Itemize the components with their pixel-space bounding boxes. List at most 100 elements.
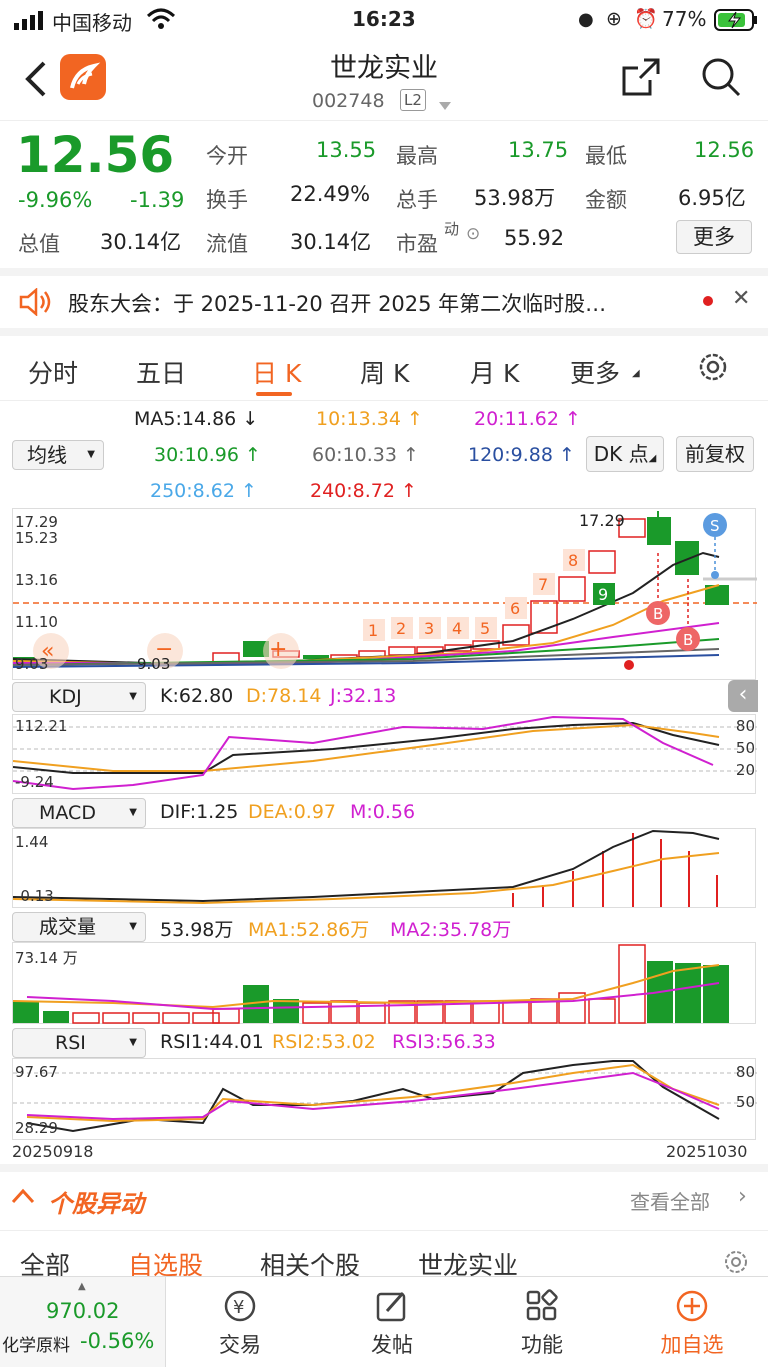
signal-8: 8 [568,551,578,570]
adjust-button[interactable]: 前复权 [676,436,754,472]
kdj-y-bottom: -9.24 [15,773,54,791]
rsi-2: RSI2:53.02 [272,1031,376,1053]
macd-dea: DEA:0.97 [248,801,337,823]
kdj-select[interactable]: KDJ ▼ [12,682,146,712]
rsi-select[interactable]: RSI ▼ [12,1028,146,1058]
signal-4: 4 [452,619,462,638]
speaker-icon [18,287,52,320]
kdj-chart: 112.21 -9.24 80 50 20 [12,714,757,794]
trade-icon: ¥ [224,1290,256,1322]
index-name: 化学原料 [2,1336,70,1356]
more-triangle-icon: ◢ [632,368,640,379]
macd-select[interactable]: MACD ▼ [12,798,146,828]
macd-y-bottom: -0.13 [15,887,54,905]
rsi-y-bottom: 28.29 [15,1119,58,1137]
signal-5: 5 [480,619,490,638]
signal-9: 9 [598,585,608,604]
notice-bar[interactable]: 股东大会：于 2025-11-20 召开 2025 年第二次临时股… ✕ [0,276,768,328]
nav-trade[interactable]: ¥ 交易 [180,1277,300,1367]
settings-icon[interactable] [696,350,730,390]
ma240-value: 240:8.72 ↑ [310,480,417,502]
section-title: 个股异动 [48,1190,144,1218]
info-icon[interactable]: ⊙ [466,224,480,244]
battery-percent: 77% [662,7,707,31]
rsi-3: RSI3:56.33 [392,1031,496,1053]
macd-chart: 1.44 -0.13 [12,828,756,908]
chevron-down-icon[interactable] [438,96,452,115]
signal-1: 1 [368,621,378,640]
dk-point-button[interactable]: DK 点◢ [586,436,664,472]
tab-weekly-k[interactable]: 周 K [360,354,409,390]
close-icon[interactable]: ✕ [732,286,750,311]
signal-6: 6 [510,599,520,618]
stock-code: 002748 [312,90,385,112]
volume-y-top: 73.14 万 [15,949,78,967]
date-start: 20250918 [12,1142,94,1161]
mcap-value: 30.14亿 [100,230,182,254]
svg-text:S: S [710,517,720,535]
volume-value-label: 53.98万 [160,919,234,941]
amount-value: 6.95亿 [678,186,746,210]
collapse-icon[interactable]: ‹ [728,680,758,712]
mcap-label: 总值 [18,232,60,256]
scroll-left-icon[interactable]: « [41,639,54,664]
volume-ma2: MA2:35.78万 [390,919,512,941]
share-icon[interactable] [620,56,662,102]
up-triangle-icon: ▲ [78,1281,86,1292]
rsi-1: RSI1:44.01 [160,1031,264,1053]
high-label: 最高 [396,144,438,168]
signal-7: 7 [538,575,548,594]
chevron-right-icon[interactable]: › [738,1184,747,1209]
view-all-link[interactable]: 查看全部 [630,1186,710,1215]
zoom-in-icon[interactable]: + [269,637,287,662]
tab-more[interactable]: 更多 [570,354,620,390]
more-button[interactable]: 更多 [676,220,752,254]
signal-markers: 1 2 3 4 5 6 7 8 9 [363,549,615,641]
kline-chart[interactable]: 1 2 3 4 5 6 7 8 9 B B S 17.29 15.23 13.1… [12,508,757,680]
edit-icon [376,1292,406,1322]
lock-rotation-icon: ⊕ [606,8,622,30]
tab-five-day[interactable]: 五日 [136,354,186,390]
zoom-out-icon[interactable]: − [155,637,173,662]
index-ticker[interactable]: ▲ 970.02 化学原料 -0.56% [0,1277,166,1367]
tab-intraday[interactable]: 分时 [28,354,78,390]
volume-ma1: MA1:52.86万 [248,919,370,941]
ma-select[interactable]: 均线 ▼ [12,440,104,470]
nav-function[interactable]: 功能 [482,1277,602,1367]
tab-daily-k[interactable]: 日 K [252,354,301,390]
ma60-value: 60:10.33 ↑ [312,444,419,466]
kline-svg: 1 2 3 4 5 6 7 8 9 B B S [12,511,757,670]
header: 世龙实业 002748 L2 [0,40,768,120]
kdj-level-50: 50 [735,739,755,757]
price-pct: -9.96% [18,188,93,212]
search-icon[interactable] [700,56,742,102]
tab-monthly-k[interactable]: 月 K [470,354,519,390]
macd-dif: DIF:1.25 [160,801,239,823]
y-axis-label: 15.23 [15,529,58,547]
volume-label: 总手 [396,188,438,212]
high-marker-label: 17.29 [579,511,625,530]
ma5-value: MA5:14.86 ↓ [134,408,259,430]
add-circle-icon [676,1290,708,1322]
nav-add-watchlist[interactable]: 加自选 [632,1277,752,1367]
wifi-icon [146,8,176,35]
ma30-value: 30:10.96 ↑ [154,444,261,466]
volume-select[interactable]: 成交量 ▼ [12,912,146,942]
y-axis-label: 13.16 [15,571,58,589]
ma120-value: 120:9.88 ↑ [468,444,575,466]
chevron-up-icon[interactable] [10,1186,36,1210]
svg-text:¥: ¥ [233,1297,244,1318]
date-end: 20251030 [666,1142,748,1161]
clock: 16:23 [352,7,416,31]
level-badge: L2 [400,89,426,111]
rsi-level-80: 80 [735,1063,755,1081]
volume-chart: 73.14 万 [12,942,756,1024]
unread-dot [703,296,713,306]
high-value: 13.75 [508,138,569,162]
nav-post[interactable]: 发帖 [332,1277,452,1367]
alarm-icon: ⏰ [634,8,658,30]
carrier: 中国移动 [52,11,132,35]
battery-icon [714,9,758,36]
index-pct: -0.56% [80,1329,155,1353]
bottom-bar: ▲ 970.02 化学原料 -0.56% ¥ 交易 发帖 功能 加自选 [0,1276,768,1367]
